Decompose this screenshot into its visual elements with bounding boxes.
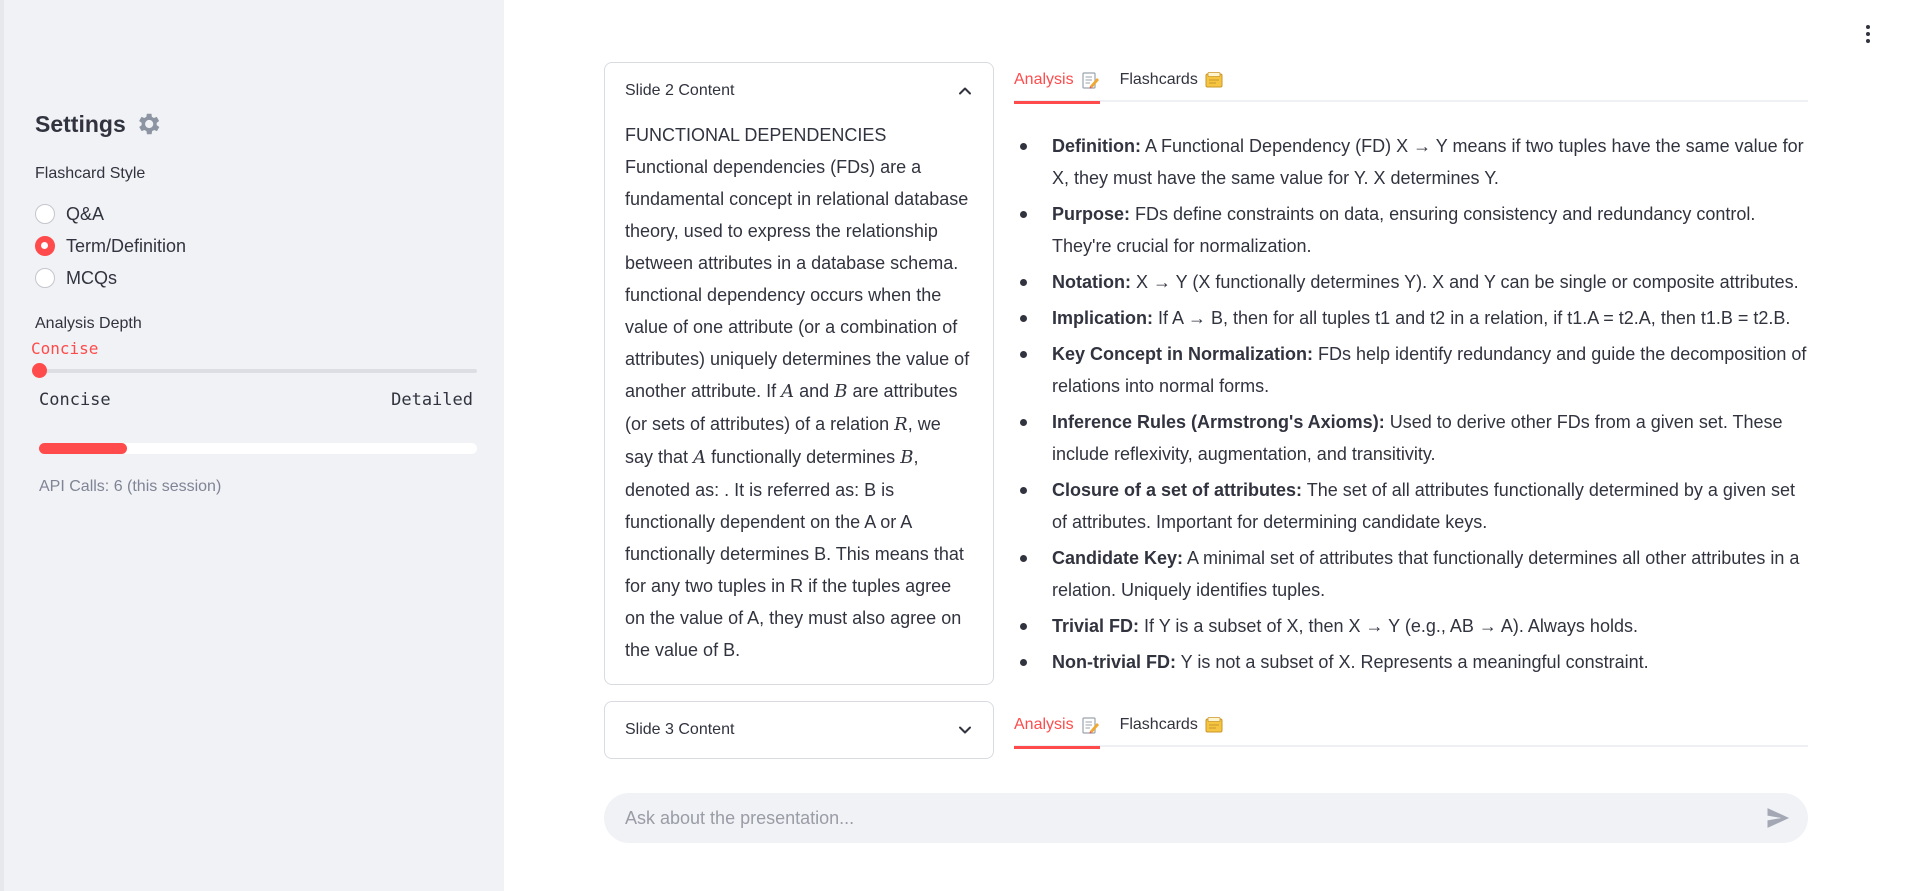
analysis-list-item: Candidate Key: A minimal set of attribut… [1014, 542, 1814, 606]
analysis-term: Inference Rules (Armstrong's Axioms): [1052, 412, 1385, 432]
analysis-depth-slider-track[interactable] [39, 369, 477, 373]
slide-2-expander: Slide 2 Content FUNCTIONAL DEPENDENCIES … [604, 62, 994, 685]
chat-input-bar [604, 793, 1808, 843]
tab-analysis-label: Analysis [1014, 716, 1074, 733]
analysis-term: Notation: [1052, 272, 1131, 292]
slider-min-label: Concise [39, 390, 111, 410]
slide-3-tabs: Analysis Flashcards [1014, 703, 1808, 749]
analysis-list: Definition: A Functional Dependency (FD)… [1014, 130, 1814, 682]
gear-icon [138, 113, 160, 135]
radio-label-mcqs: MCQs [66, 267, 117, 288]
analysis-list-item: Non-trivial FD: Y is not a subset of X. … [1014, 646, 1814, 678]
settings-title: Settings [35, 110, 162, 138]
tab-analysis-label: Analysis [1014, 71, 1074, 88]
slide-3-expander: Slide 3 Content [604, 701, 994, 759]
radio-term-definition[interactable]: Term/Definition [35, 230, 186, 262]
analysis-term: Non-trivial FD: [1052, 652, 1176, 672]
analysis-text: If A → B, then for all tuples t1 and t2 … [1153, 308, 1791, 328]
chevron-up-icon [959, 87, 971, 95]
progress-bar [39, 443, 477, 454]
chat-input[interactable] [625, 807, 1764, 829]
slide-2-text-part: and [799, 381, 830, 401]
radio-button-term-definition[interactable] [35, 236, 55, 256]
analysis-term: Candidate Key: [1052, 548, 1184, 568]
analysis-term: Closure of a set of attributes: [1052, 480, 1303, 500]
slide-2-title: Slide 2 Content [625, 82, 735, 99]
slide-3-expander-header[interactable]: Slide 3 Content [605, 702, 993, 758]
send-icon[interactable] [1764, 804, 1792, 832]
menu-dot-icon [1866, 32, 1870, 36]
slide-2-text-part: , denoted as: . It is referred as: B is … [625, 447, 964, 660]
memo-icon [1081, 717, 1099, 734]
memo-icon [1081, 72, 1099, 89]
analysis-depth-label: Analysis Depth [35, 315, 142, 332]
flashcard-style-radio-group: Q&A Term/Definition MCQs [35, 198, 186, 294]
math-var-b: B [834, 381, 848, 402]
tab-flashcards-label: Flashcards [1119, 71, 1198, 88]
radio-label-term-definition: Term/Definition [66, 235, 187, 256]
card-index-icon [1205, 72, 1223, 88]
menu-dot-icon [1866, 25, 1870, 29]
tab-analysis[interactable]: Analysis [1014, 58, 1100, 104]
analysis-term: Trivial FD: [1052, 616, 1140, 636]
analysis-text: If Y is a subset of X, then X → Y (e.g.,… [1139, 616, 1638, 636]
analysis-text: Y is not a subset of X. Represents a mea… [1176, 652, 1649, 672]
analysis-term: Definition: [1052, 136, 1141, 156]
slide-2-expander-header[interactable]: Slide 2 Content [605, 63, 993, 119]
analysis-list-item: Purpose: FDs define constraints on data,… [1014, 198, 1814, 262]
slide-2-text-part: functionally determines [711, 447, 896, 467]
analysis-text: FDs define constraints on data, ensuring… [1052, 204, 1756, 256]
card-index-icon [1205, 717, 1223, 733]
tab-flashcards[interactable]: Flashcards [1120, 703, 1224, 747]
slider-max-label: Detailed [391, 390, 473, 410]
api-calls-text: API Calls: 6 (this session) [39, 478, 222, 495]
progress-fill [39, 443, 127, 454]
settings-title-text: Settings [35, 110, 126, 137]
analysis-term: Key Concept in Normalization: [1052, 344, 1314, 364]
radio-qa[interactable]: Q&A [35, 198, 186, 230]
analysis-list-item: Trivial FD: If Y is a subset of X, then … [1014, 610, 1814, 642]
sidebar: Settings Flashcard Style Q&A Term/Defini… [0, 0, 504, 891]
tab-flashcards-label: Flashcards [1119, 716, 1198, 733]
tab-analysis[interactable]: Analysis [1014, 703, 1100, 749]
analysis-depth-slider-thumb[interactable] [32, 363, 47, 378]
analysis-text: A Functional Dependency (FD) X → Y means… [1052, 136, 1804, 188]
analysis-text: X → Y (X functionally determines Y). X a… [1130, 272, 1799, 292]
slide-2-content: FUNCTIONAL DEPENDENCIES Functional depen… [605, 119, 993, 684]
analysis-list-item: Implication: If A → B, then for all tupl… [1014, 302, 1814, 334]
math-var-a: A [693, 447, 707, 468]
radio-button-qa[interactable] [35, 204, 55, 224]
analysis-term: Purpose: [1052, 204, 1131, 224]
radio-button-mcqs[interactable] [35, 268, 55, 288]
analysis-list-item: Definition: A Functional Dependency (FD)… [1014, 130, 1814, 194]
math-var-r: R [894, 414, 908, 435]
chevron-down-icon [959, 726, 971, 734]
slider-current-value: Concise [31, 339, 99, 358]
main-menu-button[interactable] [1858, 22, 1878, 46]
analysis-term: Implication: [1052, 308, 1154, 328]
analysis-list-item: Inference Rules (Armstrong's Axioms): Us… [1014, 406, 1814, 470]
flashcard-style-label: Flashcard Style [35, 165, 146, 182]
analysis-list-item: Closure of a set of attributes: The set … [1014, 474, 1814, 538]
analysis-list-item: Key Concept in Normalization: FDs help i… [1014, 338, 1814, 402]
radio-label-qa: Q&A [66, 203, 105, 224]
tab-flashcards[interactable]: Flashcards [1120, 58, 1224, 102]
radio-mcqs[interactable]: MCQs [35, 262, 186, 294]
analysis-list-item: Notation: X → Y (X functionally determin… [1014, 266, 1814, 298]
menu-dot-icon [1866, 39, 1870, 43]
math-var-a: A [781, 381, 795, 402]
slide-2-text-part: FUNCTIONAL DEPENDENCIES Functional depen… [625, 125, 970, 401]
slide-3-title: Slide 3 Content [625, 721, 735, 738]
math-var-b: B [900, 447, 914, 468]
slide-2-tabs: Analysis Flashcards [1014, 58, 1808, 104]
